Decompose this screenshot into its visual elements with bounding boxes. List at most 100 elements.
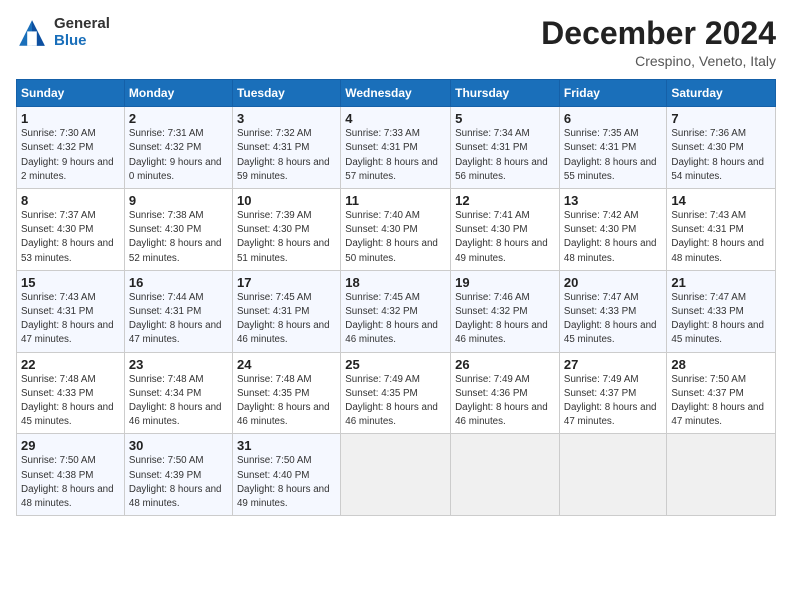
table-row: 19 Sunrise: 7:46 AMSunset: 4:32 PMDaylig… bbox=[451, 270, 560, 352]
week-row-1: 1 Sunrise: 7:30 AMSunset: 4:32 PMDayligh… bbox=[17, 107, 776, 189]
table-row: 15 Sunrise: 7:43 AMSunset: 4:31 PMDaylig… bbox=[17, 270, 125, 352]
day-info: Sunrise: 7:31 AMSunset: 4:32 PMDaylight:… bbox=[129, 128, 222, 182]
day-info: Sunrise: 7:44 AMSunset: 4:31 PMDaylight:… bbox=[129, 292, 222, 346]
table-row: 14 Sunrise: 7:43 AMSunset: 4:31 PMDaylig… bbox=[667, 189, 776, 271]
calendar-title: December 2024 bbox=[541, 16, 776, 51]
table-row: 11 Sunrise: 7:40 AMSunset: 4:30 PMDaylig… bbox=[341, 189, 451, 271]
table-row: 21 Sunrise: 7:47 AMSunset: 4:33 PMDaylig… bbox=[667, 270, 776, 352]
day-number: 21 bbox=[671, 275, 771, 290]
day-number: 5 bbox=[455, 111, 555, 126]
table-row: 12 Sunrise: 7:41 AMSunset: 4:30 PMDaylig… bbox=[451, 189, 560, 271]
calendar-table: Sunday Monday Tuesday Wednesday Thursday… bbox=[16, 79, 776, 516]
table-row: 3 Sunrise: 7:32 AMSunset: 4:31 PMDayligh… bbox=[232, 107, 340, 189]
day-number: 28 bbox=[671, 357, 771, 372]
day-number: 11 bbox=[345, 193, 446, 208]
day-number: 10 bbox=[237, 193, 336, 208]
day-info: Sunrise: 7:46 AMSunset: 4:32 PMDaylight:… bbox=[455, 292, 548, 346]
day-info: Sunrise: 7:35 AMSunset: 4:31 PMDaylight:… bbox=[564, 128, 657, 182]
day-number: 16 bbox=[129, 275, 228, 290]
table-row: 4 Sunrise: 7:33 AMSunset: 4:31 PMDayligh… bbox=[341, 107, 451, 189]
day-info: Sunrise: 7:47 AMSunset: 4:33 PMDaylight:… bbox=[564, 292, 657, 346]
table-row: 29 Sunrise: 7:50 AMSunset: 4:38 PMDaylig… bbox=[17, 434, 125, 516]
day-number: 22 bbox=[21, 357, 120, 372]
day-info: Sunrise: 7:36 AMSunset: 4:30 PMDaylight:… bbox=[671, 128, 764, 182]
day-number: 14 bbox=[671, 193, 771, 208]
day-number: 7 bbox=[671, 111, 771, 126]
col-sunday: Sunday bbox=[17, 80, 125, 107]
day-number: 24 bbox=[237, 357, 336, 372]
day-info: Sunrise: 7:48 AMSunset: 4:35 PMDaylight:… bbox=[237, 374, 330, 428]
day-info: Sunrise: 7:50 AMSunset: 4:40 PMDaylight:… bbox=[237, 455, 330, 509]
logo: General Blue bbox=[16, 16, 110, 49]
day-number: 15 bbox=[21, 275, 120, 290]
col-wednesday: Wednesday bbox=[341, 80, 451, 107]
day-info: Sunrise: 7:37 AMSunset: 4:30 PMDaylight:… bbox=[21, 210, 114, 264]
table-row: 16 Sunrise: 7:44 AMSunset: 4:31 PMDaylig… bbox=[124, 270, 232, 352]
day-info: Sunrise: 7:38 AMSunset: 4:30 PMDaylight:… bbox=[129, 210, 222, 264]
week-row-3: 15 Sunrise: 7:43 AMSunset: 4:31 PMDaylig… bbox=[17, 270, 776, 352]
day-number: 25 bbox=[345, 357, 446, 372]
day-info: Sunrise: 7:49 AMSunset: 4:36 PMDaylight:… bbox=[455, 374, 548, 428]
table-row: 2 Sunrise: 7:31 AMSunset: 4:32 PMDayligh… bbox=[124, 107, 232, 189]
day-number: 1 bbox=[21, 111, 120, 126]
table-row: 10 Sunrise: 7:39 AMSunset: 4:30 PMDaylig… bbox=[232, 189, 340, 271]
table-row: 20 Sunrise: 7:47 AMSunset: 4:33 PMDaylig… bbox=[559, 270, 666, 352]
day-info: Sunrise: 7:30 AMSunset: 4:32 PMDaylight:… bbox=[21, 128, 114, 182]
table-row: 8 Sunrise: 7:37 AMSunset: 4:30 PMDayligh… bbox=[17, 189, 125, 271]
table-row: 28 Sunrise: 7:50 AMSunset: 4:37 PMDaylig… bbox=[667, 352, 776, 434]
table-row: 24 Sunrise: 7:48 AMSunset: 4:35 PMDaylig… bbox=[232, 352, 340, 434]
day-number: 18 bbox=[345, 275, 446, 290]
col-tuesday: Tuesday bbox=[232, 80, 340, 107]
table-row: 27 Sunrise: 7:49 AMSunset: 4:37 PMDaylig… bbox=[559, 352, 666, 434]
day-info: Sunrise: 7:48 AMSunset: 4:33 PMDaylight:… bbox=[21, 374, 114, 428]
day-number: 8 bbox=[21, 193, 120, 208]
day-number: 9 bbox=[129, 193, 228, 208]
day-number: 23 bbox=[129, 357, 228, 372]
day-info: Sunrise: 7:48 AMSunset: 4:34 PMDaylight:… bbox=[129, 374, 222, 428]
day-number: 20 bbox=[564, 275, 662, 290]
table-row: 23 Sunrise: 7:48 AMSunset: 4:34 PMDaylig… bbox=[124, 352, 232, 434]
table-row: 6 Sunrise: 7:35 AMSunset: 4:31 PMDayligh… bbox=[559, 107, 666, 189]
day-number: 31 bbox=[237, 438, 336, 453]
table-row: 17 Sunrise: 7:45 AMSunset: 4:31 PMDaylig… bbox=[232, 270, 340, 352]
day-info: Sunrise: 7:41 AMSunset: 4:30 PMDaylight:… bbox=[455, 210, 548, 264]
day-info: Sunrise: 7:49 AMSunset: 4:35 PMDaylight:… bbox=[345, 374, 438, 428]
table-row bbox=[451, 434, 560, 516]
day-info: Sunrise: 7:42 AMSunset: 4:30 PMDaylight:… bbox=[564, 210, 657, 264]
day-number: 2 bbox=[129, 111, 228, 126]
title-block: December 2024 Crespino, Veneto, Italy bbox=[541, 16, 776, 69]
logo-icon bbox=[16, 17, 48, 49]
calendar-subtitle: Crespino, Veneto, Italy bbox=[541, 53, 776, 69]
day-number: 27 bbox=[564, 357, 662, 372]
day-info: Sunrise: 7:45 AMSunset: 4:31 PMDaylight:… bbox=[237, 292, 330, 346]
col-thursday: Thursday bbox=[451, 80, 560, 107]
col-friday: Friday bbox=[559, 80, 666, 107]
table-row: 26 Sunrise: 7:49 AMSunset: 4:36 PMDaylig… bbox=[451, 352, 560, 434]
day-info: Sunrise: 7:49 AMSunset: 4:37 PMDaylight:… bbox=[564, 374, 657, 428]
day-number: 13 bbox=[564, 193, 662, 208]
day-info: Sunrise: 7:40 AMSunset: 4:30 PMDaylight:… bbox=[345, 210, 438, 264]
day-number: 12 bbox=[455, 193, 555, 208]
day-info: Sunrise: 7:33 AMSunset: 4:31 PMDaylight:… bbox=[345, 128, 438, 182]
page: General Blue December 2024 Crespino, Ven… bbox=[0, 0, 792, 612]
week-row-4: 22 Sunrise: 7:48 AMSunset: 4:33 PMDaylig… bbox=[17, 352, 776, 434]
day-info: Sunrise: 7:47 AMSunset: 4:33 PMDaylight:… bbox=[671, 292, 764, 346]
table-row: 7 Sunrise: 7:36 AMSunset: 4:30 PMDayligh… bbox=[667, 107, 776, 189]
col-monday: Monday bbox=[124, 80, 232, 107]
day-info: Sunrise: 7:45 AMSunset: 4:32 PMDaylight:… bbox=[345, 292, 438, 346]
logo-blue: Blue bbox=[54, 33, 110, 50]
table-row: 9 Sunrise: 7:38 AMSunset: 4:30 PMDayligh… bbox=[124, 189, 232, 271]
table-row: 13 Sunrise: 7:42 AMSunset: 4:30 PMDaylig… bbox=[559, 189, 666, 271]
table-row bbox=[559, 434, 666, 516]
day-number: 19 bbox=[455, 275, 555, 290]
day-info: Sunrise: 7:50 AMSunset: 4:39 PMDaylight:… bbox=[129, 455, 222, 509]
table-row: 1 Sunrise: 7:30 AMSunset: 4:32 PMDayligh… bbox=[17, 107, 125, 189]
day-number: 30 bbox=[129, 438, 228, 453]
day-number: 4 bbox=[345, 111, 446, 126]
table-row: 5 Sunrise: 7:34 AMSunset: 4:31 PMDayligh… bbox=[451, 107, 560, 189]
day-number: 26 bbox=[455, 357, 555, 372]
logo-text: General Blue bbox=[54, 16, 110, 49]
day-info: Sunrise: 7:43 AMSunset: 4:31 PMDaylight:… bbox=[21, 292, 114, 346]
day-info: Sunrise: 7:34 AMSunset: 4:31 PMDaylight:… bbox=[455, 128, 548, 182]
day-number: 29 bbox=[21, 438, 120, 453]
